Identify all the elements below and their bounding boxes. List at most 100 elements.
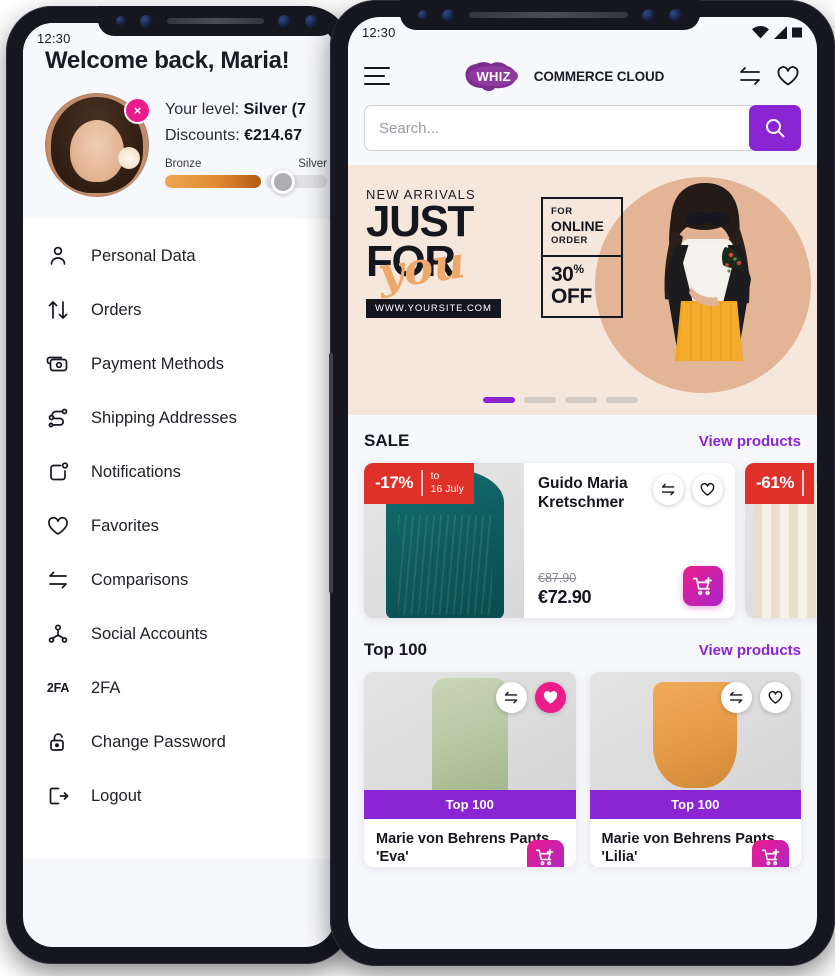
status-badge: Top 100: [364, 790, 576, 819]
tier-labels: Bronze Silver: [165, 158, 327, 170]
product-card[interactable]: -61%: [745, 463, 817, 618]
banner-dot[interactable]: [483, 397, 515, 403]
camera-lens-icon: [305, 14, 318, 28]
discount-prefix: Discounts:: [165, 126, 245, 144]
offer-order: ORDER: [551, 235, 588, 247]
brand-mark-text: WHIZ: [476, 68, 511, 84]
product-card[interactable]: -17% to 16 July Guido Maria Kretschmer €…: [364, 463, 735, 618]
brand-name-text: COMMERCE CLOUD: [533, 68, 665, 84]
discount-deadline: to 16 July: [430, 470, 464, 495]
menu-item-payment-methods[interactable]: Payment Methods: [23, 337, 335, 391]
scrollbar[interactable]: [329, 353, 333, 593]
menu-item-comparisons[interactable]: Comparisons: [23, 553, 335, 607]
discount-percent: -17%: [375, 473, 414, 492]
menu-item-label: Favorites: [91, 516, 159, 535]
divider: [421, 470, 423, 496]
menu-item-label: Orders: [91, 300, 142, 319]
tier-progress-bar[interactable]: [165, 170, 327, 195]
camera-lens-icon: [418, 10, 428, 20]
speaker-grille: [167, 18, 264, 24]
add-to-cart-button[interactable]: [752, 839, 789, 867]
heart-icon[interactable]: [760, 682, 791, 713]
tier-progress-knob[interactable]: [271, 170, 295, 195]
heart-icon[interactable]: [534, 682, 566, 713]
product-actions: [721, 682, 791, 713]
section-title: SALE: [364, 431, 410, 450]
shop-app: 12:30 WHIZ COMMERCE CLOUD Search... NEW …: [348, 17, 817, 949]
avatar-remove-button[interactable]: ×: [124, 97, 151, 124]
view-products-link[interactable]: View products: [699, 433, 801, 450]
banner-pagination[interactable]: [483, 397, 638, 403]
offer-for: FOR: [551, 206, 573, 217]
heart-icon: [45, 513, 71, 539]
camera-lens-icon: [278, 14, 291, 28]
menu-item-orders[interactable]: Orders: [23, 283, 335, 337]
logout-icon: [45, 783, 71, 809]
heart-icon[interactable]: [775, 64, 801, 88]
product-name: Guido Maria Kretschmer: [538, 475, 628, 511]
view-products-link[interactable]: View products: [699, 642, 801, 659]
search-button[interactable]: [749, 105, 801, 151]
menu-item-logout[interactable]: Logout: [23, 769, 335, 823]
menu-item-shipping-addresses[interactable]: Shipping Addresses: [23, 391, 335, 445]
product-card[interactable]: Top 100 Marie von Behrens Pants 'Lilia': [589, 672, 801, 867]
section-header: SALE View products: [364, 431, 801, 451]
compare-icon[interactable]: [737, 64, 763, 88]
menu-item-favorites[interactable]: Favorites: [23, 499, 335, 553]
notch-left: [98, 6, 336, 36]
menu-item-label: Logout: [91, 786, 142, 805]
level-line: Your level: Silver (7: [165, 97, 329, 123]
account-menu: Personal Data Orders Payment Methods Shippi…: [23, 219, 335, 859]
heart-icon[interactable]: [692, 474, 723, 505]
promo-banner[interactable]: NEW ARRIVALS JUST FOR WWW.YOURSITE.COM y…: [348, 165, 817, 415]
notch-right: [400, 0, 700, 30]
menu-item-social-accounts[interactable]: Social Accounts: [23, 607, 335, 661]
brand-logo[interactable]: WHIZ COMMERCE CLOUD: [402, 61, 725, 91]
card-icon: [45, 351, 71, 377]
level-value: Silver (7: [243, 101, 306, 118]
offer-online: ONLINE: [551, 217, 604, 234]
unlock-icon: [45, 729, 71, 755]
arrows-up-down-icon: [45, 297, 71, 323]
divider: [802, 470, 804, 496]
menu-icon[interactable]: [364, 67, 390, 85]
discount-percent: -61%: [756, 473, 795, 492]
sale-carousel[interactable]: -17% to 16 July Guido Maria Kretschmer €…: [364, 463, 817, 618]
camera-lens-icon: [642, 8, 655, 22]
compare-icon[interactable]: [495, 682, 527, 713]
camera-lens-icon: [669, 8, 682, 22]
banner-dot[interactable]: [606, 397, 638, 403]
menu-item-change-password[interactable]: Change Password: [23, 715, 335, 769]
menu-item-2fa[interactable]: 2FA 2FA: [23, 661, 335, 715]
camera-lens-icon: [116, 16, 126, 26]
menu-item-label: Notifications: [91, 462, 181, 481]
banner-line1: JUST: [366, 197, 474, 246]
menu-item-personal-data[interactable]: Personal Data: [23, 229, 335, 283]
compare-icon[interactable]: [653, 474, 684, 505]
banner-dot[interactable]: [524, 397, 556, 403]
avatar-wrap: ×: [45, 93, 151, 197]
search-input[interactable]: Search...: [364, 105, 756, 151]
shop-header: WHIZ COMMERCE CLOUD: [348, 47, 817, 101]
compare-icon[interactable]: [721, 682, 752, 713]
offer-off: OFF: [551, 285, 593, 309]
banner-model-image: [664, 183, 751, 361]
menu-item-notifications[interactable]: Notifications: [23, 445, 335, 499]
section-header: Top 100 View products: [364, 640, 801, 660]
discount-badge: -61%: [745, 463, 814, 504]
user-icon: [45, 243, 71, 269]
add-to-cart-button[interactable]: [683, 566, 723, 606]
account-info: Your level: Silver (7 Discounts: €214.67…: [165, 93, 329, 197]
banner-offer-box: FOR ONLINE ORDER 30% OFF: [541, 197, 623, 319]
phone-left-frame: 12:30 Welcome back, Maria! × Your level:…: [6, 6, 352, 964]
search-row: Search...: [348, 101, 817, 165]
product-actions: [653, 474, 723, 505]
compare-icon: [45, 567, 71, 593]
banner-dot[interactable]: [565, 397, 597, 403]
search-icon: [766, 119, 785, 138]
add-to-cart-button[interactable]: [526, 839, 564, 867]
discount-line: Discounts: €214.67: [165, 123, 329, 149]
banner-url: WWW.YOURSITE.COM: [366, 298, 501, 318]
product-card[interactable]: Top 100 Marie von Behrens Pants 'Eva': [364, 672, 576, 867]
phone-left-screen: 12:30 Welcome back, Maria! × Your level:…: [23, 23, 335, 947]
